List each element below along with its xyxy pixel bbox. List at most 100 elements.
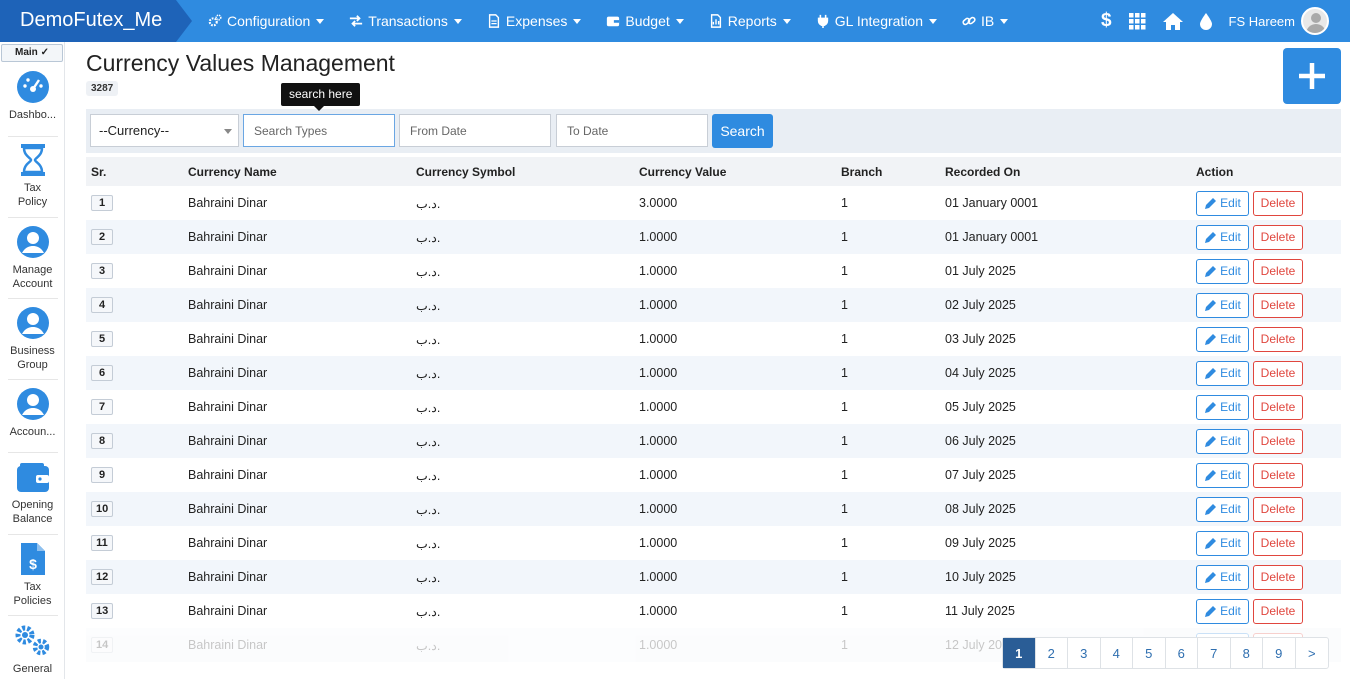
wallet-icon (607, 16, 620, 27)
table-row: 11 Bahraini Dinar د.ب. 1.0000 1 09 July 2025 E… (86, 526, 1341, 560)
pencil-icon (1205, 503, 1217, 515)
delete-button[interactable]: Delete (1253, 530, 1303, 556)
edit-button[interactable]: Edit (1196, 360, 1249, 386)
edit-button[interactable]: Edit (1196, 462, 1249, 488)
chevron-down-icon (316, 18, 325, 24)
divider (8, 217, 58, 218)
nav-reports[interactable]: Reports (709, 13, 791, 29)
sr-badge: 6 (91, 365, 113, 381)
currency-value-cell: 1.0000 (639, 298, 678, 312)
delete-button[interactable]: Delete (1253, 326, 1303, 352)
sidebar-item-accounts[interactable]: Accoun... (0, 387, 65, 439)
delete-button[interactable]: Delete (1253, 224, 1303, 250)
page-button[interactable]: 9 (1263, 638, 1296, 668)
exchange-icon (350, 15, 363, 27)
currency-name-cell: Bahraini Dinar (188, 230, 268, 244)
main-nav: Configuration Transactions Expenses Budg… (208, 0, 1033, 42)
delete-button[interactable]: Delete (1253, 258, 1303, 284)
nav-expenses[interactable]: Expenses (487, 13, 582, 29)
page-button[interactable]: 8 (1231, 638, 1263, 668)
nav-configuration[interactable]: Configuration (208, 13, 325, 29)
edit-button[interactable]: Edit (1196, 326, 1249, 352)
page-button[interactable]: 5 (1133, 638, 1166, 668)
action-cell: Edit Delete (1196, 458, 1303, 492)
next-page-button[interactable]: > (1296, 638, 1329, 668)
currency-symbol-cell: د.ب. (416, 536, 441, 551)
drop-icon[interactable] (1199, 12, 1212, 30)
currency-symbol-cell: د.ب. (416, 570, 441, 585)
sidebar-item-tax-policy[interactable]: Tax Policy (0, 143, 65, 209)
column-header: Branch (841, 164, 883, 179)
sr-cell: 14 (91, 628, 114, 662)
branch-cell: 1 (841, 230, 848, 244)
apps-grid-icon[interactable] (1128, 12, 1146, 30)
delete-button[interactable]: Delete (1253, 360, 1303, 386)
file-icon (488, 14, 499, 28)
page-button[interactable]: 7 (1198, 638, 1231, 668)
edit-button[interactable]: Edit (1196, 190, 1249, 216)
edit-button[interactable]: Edit (1196, 292, 1249, 318)
delete-button[interactable]: Delete (1253, 428, 1303, 454)
edit-button[interactable]: Edit (1196, 258, 1249, 284)
table-row: 1 Bahraini Dinar د.ب. 3.0000 1 01 January 000… (86, 186, 1341, 220)
delete-button[interactable]: Delete (1253, 394, 1303, 420)
nav-ib[interactable]: IB (962, 13, 1009, 29)
currency-symbol-cell: د.ب. (416, 264, 441, 279)
page-button[interactable]: 3 (1068, 638, 1101, 668)
table-row: 9 Bahraini Dinar د.ب. 1.0000 1 07 July 2025 Ed… (86, 458, 1341, 492)
delete-button[interactable]: Delete (1253, 190, 1303, 216)
brand-name[interactable]: DemoFutex_Me (20, 9, 162, 32)
to-date-input[interactable] (556, 114, 708, 147)
nav-label: IB (981, 13, 995, 29)
hourglass-icon (20, 144, 45, 176)
sidebar-item-manage-account[interactable]: Manage Account (0, 225, 65, 291)
branch-cell: 1 (841, 366, 848, 380)
edit-button[interactable]: Edit (1196, 496, 1249, 522)
currency-value-cell: 1.0000 (639, 366, 678, 380)
currency-select[interactable]: --Currency-- (90, 114, 239, 147)
nav-transactions[interactable]: Transactions (349, 13, 462, 29)
page-button[interactable]: 6 (1166, 638, 1198, 668)
from-date-input[interactable] (399, 114, 551, 147)
user-name[interactable]: FS Hareem (1229, 14, 1295, 29)
sidebar-item-dashboard[interactable]: Dashbo... (0, 70, 65, 122)
nav-budget[interactable]: Budget (606, 13, 684, 29)
delete-button[interactable]: Delete (1253, 292, 1303, 318)
delete-button[interactable]: Delete (1253, 496, 1303, 522)
currency-value-cell: 3.0000 (639, 196, 678, 210)
nav-gl-integration[interactable]: GL Integration (816, 13, 938, 29)
sidebar-item-opening-balance[interactable]: Opening Balance (0, 462, 65, 526)
user-circle-icon (16, 226, 49, 258)
edit-button[interactable]: Edit (1196, 224, 1249, 250)
home-icon[interactable] (1162, 12, 1183, 30)
avatar[interactable] (1301, 7, 1329, 35)
sidebar-item-tax-policies[interactable]: $ Tax Policies (0, 542, 65, 608)
delete-button[interactable]: Delete (1253, 462, 1303, 488)
page-button[interactable]: 1 (1003, 638, 1036, 668)
sr-badge: 11 (91, 535, 113, 551)
sidebar-item-general[interactable]: General (0, 624, 65, 676)
page-button[interactable]: 2 (1036, 638, 1068, 668)
add-button[interactable] (1283, 48, 1341, 104)
brand-logo[interactable]: DemoFutex_Me (0, 0, 192, 42)
sidebar-main-tab[interactable]: Main ✓ (1, 44, 63, 62)
currency-value-cell: 1.0000 (639, 502, 678, 516)
table-row: 5 Bahraini Dinar د.ب. 1.0000 1 03 July 2025 Ed… (86, 322, 1341, 356)
delete-button[interactable]: Delete (1253, 598, 1303, 624)
dollar-icon[interactable]: $ (1101, 10, 1112, 32)
pencil-icon (1205, 197, 1217, 209)
delete-button[interactable]: Delete (1253, 564, 1303, 590)
edit-button[interactable]: Edit (1196, 598, 1249, 624)
edit-button[interactable]: Edit (1196, 530, 1249, 556)
sr-cell: 6 (91, 356, 113, 390)
currency-name-cell: Bahraini Dinar (188, 264, 268, 278)
search-input[interactable] (243, 114, 395, 147)
branch-cell: 1 (841, 570, 848, 584)
search-button[interactable]: Search (712, 114, 773, 148)
edit-button[interactable]: Edit (1196, 394, 1249, 420)
sidebar-item-business-group[interactable]: Business Group (0, 306, 65, 372)
table-row: 6 Bahraini Dinar د.ب. 1.0000 1 04 July 2025 Ed… (86, 356, 1341, 390)
page-button[interactable]: 4 (1101, 638, 1133, 668)
edit-button[interactable]: Edit (1196, 428, 1249, 454)
edit-button[interactable]: Edit (1196, 564, 1249, 590)
